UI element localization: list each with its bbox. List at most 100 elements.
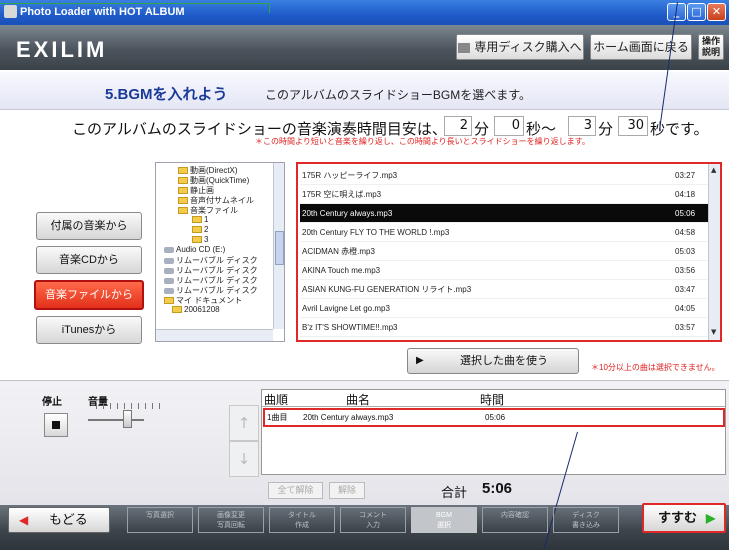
scroll-up-icon[interactable]: ▲	[711, 166, 716, 174]
source-bundled-button[interactable]: 付属の音楽から	[36, 212, 142, 240]
use-selected-song-label: 選択した曲を使う	[460, 355, 548, 367]
back-button[interactable]: ◀ もどる	[8, 507, 110, 533]
track-time: 04:18	[675, 190, 696, 199]
maximize-icon[interactable]: □	[687, 3, 706, 21]
folder-icon	[172, 306, 182, 314]
unit-min-2: 分	[598, 121, 614, 138]
playlist-row-order: 1曲目	[267, 413, 288, 422]
folder-icon	[192, 216, 202, 224]
tree-node[interactable]: 1	[192, 215, 208, 224]
track-list[interactable]: 175R ハッピーライフ.mp3 03:27 175R 空に唄えば.mp3 04:18…	[296, 162, 722, 342]
tree-node[interactable]: 20061208	[172, 305, 220, 314]
source-file-button[interactable]: 音楽ファイルから	[34, 280, 144, 310]
length-warning: ＊10分以上の曲は選択できません。	[591, 363, 720, 372]
max-minutes-field[interactable]: 3	[568, 116, 596, 136]
tree-scroll-thumb[interactable]	[275, 231, 284, 265]
step-chip: ディスク 書き込み	[553, 507, 619, 533]
tree-hscrollbar[interactable]	[156, 329, 273, 341]
track-row[interactable]: B.B.クイーンズ おどるポンポコリン.mp3 03:11	[300, 337, 708, 340]
tree-node[interactable]: 2	[192, 225, 208, 234]
step-chip-line2: 作成	[295, 522, 309, 529]
source-cd-button[interactable]: 音楽CDから	[36, 246, 142, 274]
track-time: 04:05	[675, 304, 696, 313]
track-row[interactable]: ACIDMAN 赤橙.mp3 05:03	[300, 242, 708, 261]
track-row[interactable]: 20th Century always.mp3 05:06	[300, 204, 708, 223]
step-chip: BGM 選択	[411, 507, 477, 533]
step-chip-line1: BGM	[436, 512, 452, 519]
play-arrow-icon: ▶	[416, 355, 424, 366]
folder-icon	[192, 236, 202, 244]
exilim-logo: EXILIM	[16, 37, 108, 62]
folder-icon	[178, 207, 188, 215]
volume-ticks	[96, 403, 166, 409]
clear-all-button[interactable]: 全て解除	[268, 482, 323, 499]
next-label: すすむ	[658, 510, 698, 525]
use-selected-song-button[interactable]: ▶ 選択した曲を使う	[407, 348, 579, 374]
track-row[interactable]: ASIAN KUNG-FU GENERATION リライト.mp3 03:47	[300, 280, 708, 299]
playlist[interactable]: 曲順 曲名 時間 1曲目 20th Century always.mp3 05:…	[261, 389, 726, 475]
source-itunes-button[interactable]: iTunesから	[36, 316, 142, 344]
buy-disc-label: 専用ディスク購入へ	[474, 40, 582, 54]
step-chip-line1: 内容確認	[501, 512, 529, 519]
track-time: 03:11	[675, 337, 694, 340]
clear-button[interactable]: 解除	[329, 482, 365, 499]
track-row[interactable]: 175R ハッピーライフ.mp3 03:27	[300, 166, 708, 185]
buy-disc-button[interactable]: 専用ディスク購入へ	[456, 34, 584, 60]
track-time: 03:27	[675, 171, 696, 180]
volume-track	[88, 419, 144, 421]
folder-icon	[164, 297, 174, 305]
step-chip-line1: 画像変更	[217, 512, 245, 519]
volume-slider[interactable]	[123, 410, 132, 428]
min-seconds-field[interactable]: 0	[494, 116, 524, 136]
home-button[interactable]: ホーム画面に戻る	[590, 34, 692, 60]
track-name: 175R ハッピーライフ.mp3	[302, 171, 398, 180]
min-minutes-field[interactable]: 2	[444, 116, 472, 136]
track-name: B'z IT'S SHOWTIME!!.mp3	[302, 323, 398, 332]
stop-icon	[52, 421, 60, 429]
playlist-row-time: 05:06	[485, 413, 506, 422]
col-name: 曲名	[346, 393, 371, 407]
stop-label: 停止	[42, 397, 62, 408]
step-title: 5.BGMを入れよう	[105, 86, 228, 103]
track-time: 03:57	[675, 323, 696, 332]
track-row[interactable]: AKINA Touch me.mp3 03:56	[300, 261, 708, 280]
scroll-down-icon[interactable]: ▼	[711, 328, 716, 336]
folder-tree[interactable]: 動画(DirectX) 動画(QuickTime) 静止画 音声付サムネイル 音…	[155, 162, 285, 342]
drive-icon	[164, 277, 174, 284]
track-time: 05:06	[675, 209, 696, 218]
callout-box	[0, 3, 270, 13]
track-row[interactable]: 20th Century FLY TO THE WORLD !.mp3 04:58	[300, 223, 708, 242]
drive-icon	[164, 257, 174, 264]
next-button[interactable]: すすむ ▶	[642, 503, 726, 533]
step-description: このアルバムのスライドショーBGMを選べます。	[265, 88, 532, 102]
col-time: 時間	[480, 393, 505, 407]
tree-vscrollbar[interactable]	[273, 163, 284, 329]
track-row[interactable]: Avril Lavigne Let go.mp3 04:05	[300, 299, 708, 318]
step-chip-line2: 書き込み	[572, 522, 600, 529]
stop-button[interactable]	[44, 413, 68, 437]
playlist-row-name: 20th Century always.mp3	[303, 413, 394, 422]
step-chip-line2: 写真回転	[217, 522, 245, 529]
playlist-header: 曲順 曲名 時間	[262, 390, 725, 407]
tree-node[interactable]: 3	[192, 235, 208, 244]
tree-node[interactable]: Audio CD (E:)	[164, 245, 225, 254]
move-down-button[interactable]: ↓	[229, 441, 259, 477]
move-up-button[interactable]: ↑	[229, 405, 259, 441]
folder-icon	[178, 167, 188, 175]
step-chip: コメント 入力	[340, 507, 406, 533]
track-row[interactable]: B'z IT'S SHOWTIME!!.mp3 03:57	[300, 318, 708, 337]
close-icon[interactable]: ✕	[707, 3, 726, 21]
track-vscrollbar[interactable]: ▲ ▼	[708, 164, 720, 340]
back-label: もどる	[49, 512, 88, 527]
playlist-row[interactable]: 1曲目 20th Century always.mp3 05:06	[263, 408, 725, 427]
track-name: 20th Century FLY TO THE WORLD !.mp3	[302, 228, 450, 237]
max-seconds-field[interactable]: 30	[618, 116, 648, 136]
track-row[interactable]: 175R 空に唄えば.mp3 04:18	[300, 185, 708, 204]
help-button[interactable]: 操作説明	[698, 34, 724, 60]
step-chip-line2: 選択	[437, 522, 451, 529]
track-time: 04:58	[675, 228, 696, 237]
step-chip: 写真選択	[127, 507, 193, 533]
track-time: 05:03	[675, 247, 696, 256]
track-name: B.B.クイーンズ おどるポンポコリン.mp3	[302, 337, 449, 340]
folder-icon	[192, 226, 202, 234]
